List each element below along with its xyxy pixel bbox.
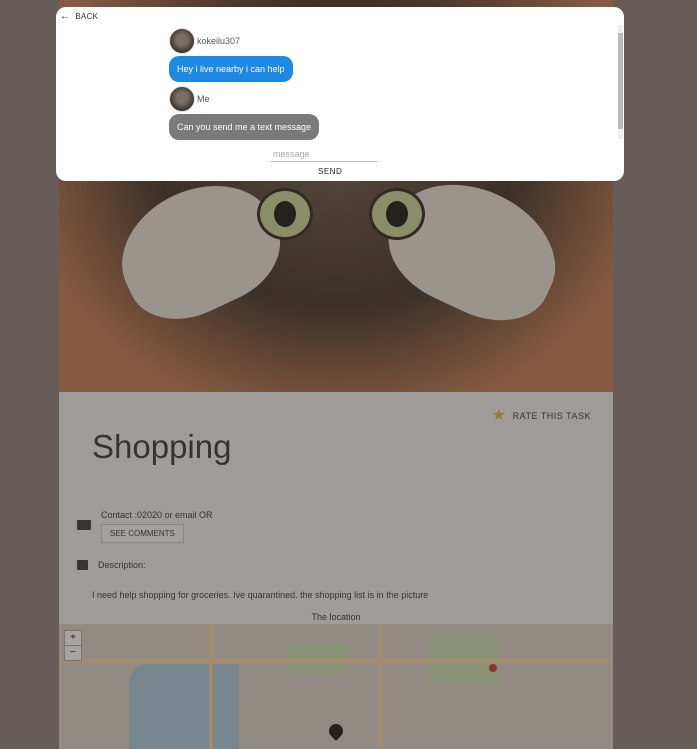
message-input[interactable] xyxy=(271,147,377,162)
back-label: BACK xyxy=(75,12,99,21)
avatar xyxy=(169,28,195,54)
chat-dialog: ← BACK kokeilu307 Hey i live nearby i ca… xyxy=(56,7,624,181)
message-username: Me xyxy=(197,94,210,104)
scrollbar-thumb[interactable] xyxy=(618,33,623,129)
avatar xyxy=(169,86,195,112)
chat-message: kokeilu307 Hey i live nearby i can help xyxy=(169,28,293,82)
back-button[interactable]: ← BACK xyxy=(60,11,98,22)
send-button[interactable]: SEND xyxy=(318,167,342,176)
arrow-left-icon: ← xyxy=(60,11,71,22)
message-username: kokeilu307 xyxy=(197,36,241,46)
chat-message: Me Can you send me a text message xyxy=(169,86,320,140)
message-header: kokeilu307 xyxy=(169,28,293,54)
message-bubble: Can you send me a text message xyxy=(169,114,320,140)
chat-scrollbar[interactable] xyxy=(618,25,623,139)
message-bubble: Hey i live nearby i can help xyxy=(169,56,293,82)
message-header: Me xyxy=(169,86,319,112)
